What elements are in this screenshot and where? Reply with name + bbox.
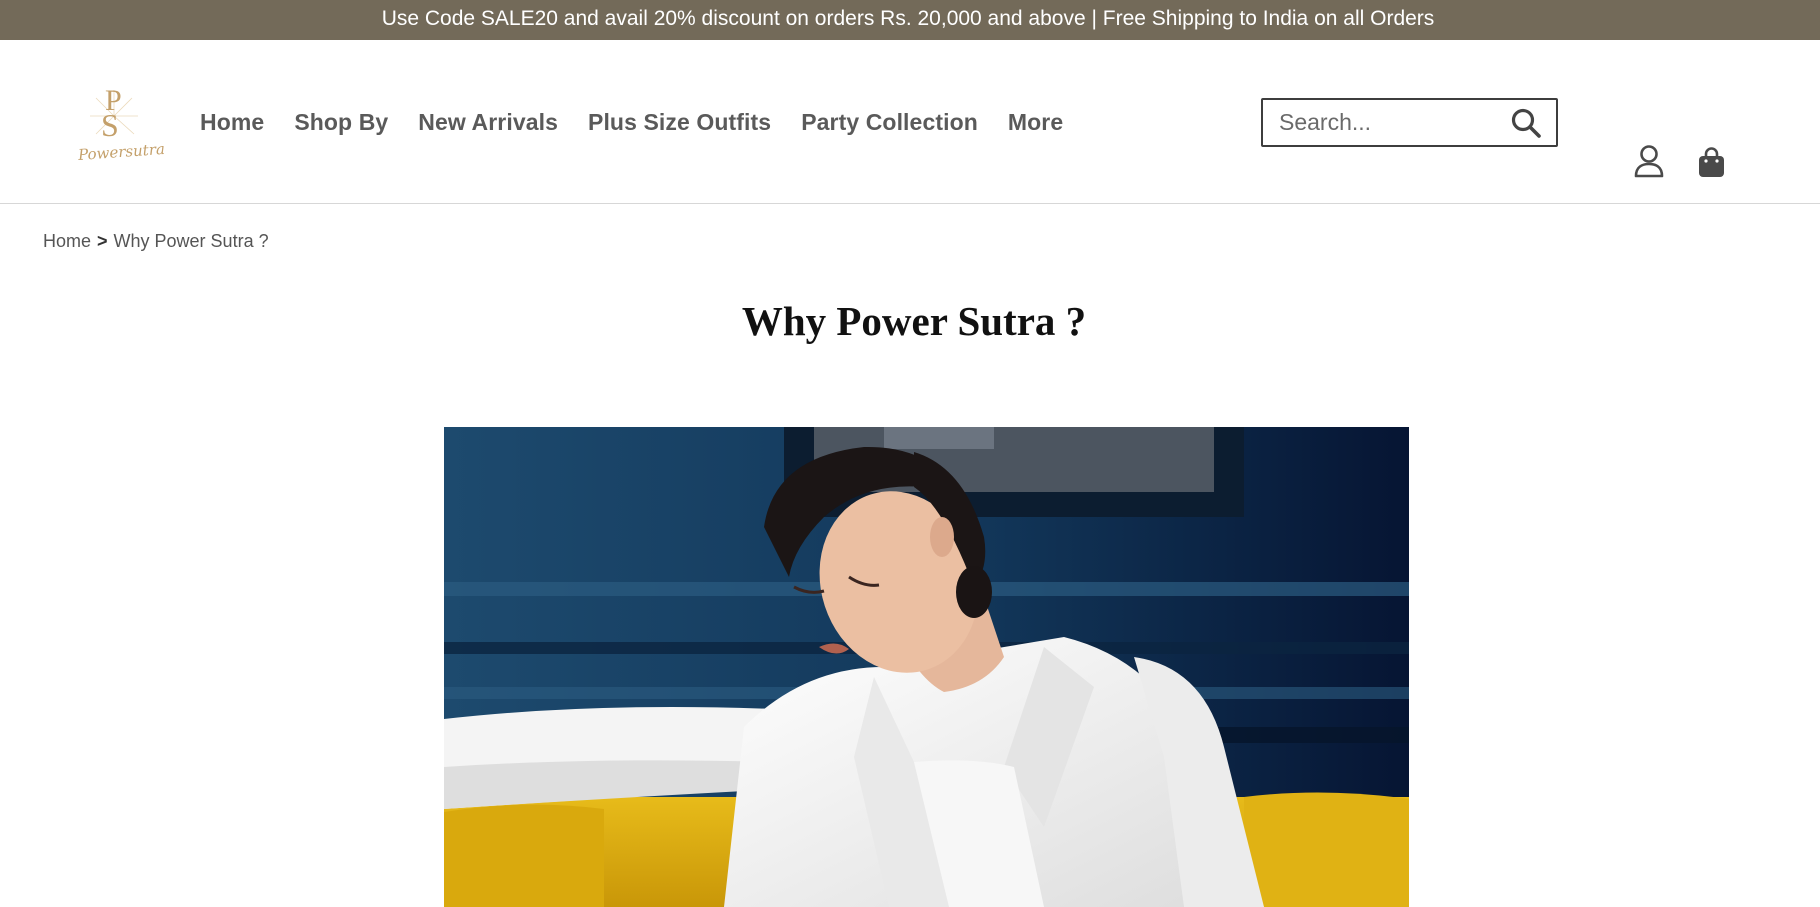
user-icon[interactable] <box>1633 144 1665 178</box>
svg-text:Powersutra: Powersutra <box>76 140 165 164</box>
search-box <box>1261 98 1558 147</box>
nav-item-home[interactable]: Home <box>200 109 264 136</box>
search-icon[interactable] <box>1510 107 1542 139</box>
page-title: Why Power Sutra ? <box>741 298 1087 344</box>
svg-text:S: S <box>101 107 119 143</box>
breadcrumb-current: Why Power Sutra ? <box>113 231 269 251</box>
breadcrumb-separator: > <box>97 231 108 251</box>
brand-logo[interactable]: P S Powersutra <box>76 80 166 168</box>
site-header: P S Powersutra Home Shop By New Arrivals… <box>0 40 1820 204</box>
nav-item-more[interactable]: More <box>1008 109 1063 136</box>
search-input[interactable] <box>1279 109 1499 136</box>
nav-item-new-arrivals[interactable]: New Arrivals <box>418 109 558 136</box>
powersutra-logo-icon: P S Powersutra <box>76 84 165 164</box>
breadcrumb-home[interactable]: Home <box>43 231 91 251</box>
model-photo <box>444 427 1409 907</box>
nav-item-shop-by[interactable]: Shop By <box>294 109 388 136</box>
announcement-text: Use Code SALE20 and avail 20% discount o… <box>381 7 1435 30</box>
hero-image <box>444 427 1409 907</box>
nav-item-plus-size-outfits[interactable]: Plus Size Outfits <box>588 109 771 136</box>
main-nav: Home Shop By New Arrivals Plus Size Outf… <box>200 40 1063 204</box>
shopping-bag-icon[interactable] <box>1697 146 1726 178</box>
breadcrumb: Home > Why Power Sutra ? <box>43 231 269 252</box>
announcement-bar: Use Code SALE20 and avail 20% discount o… <box>0 0 1820 40</box>
nav-item-party-collection[interactable]: Party Collection <box>801 109 978 136</box>
